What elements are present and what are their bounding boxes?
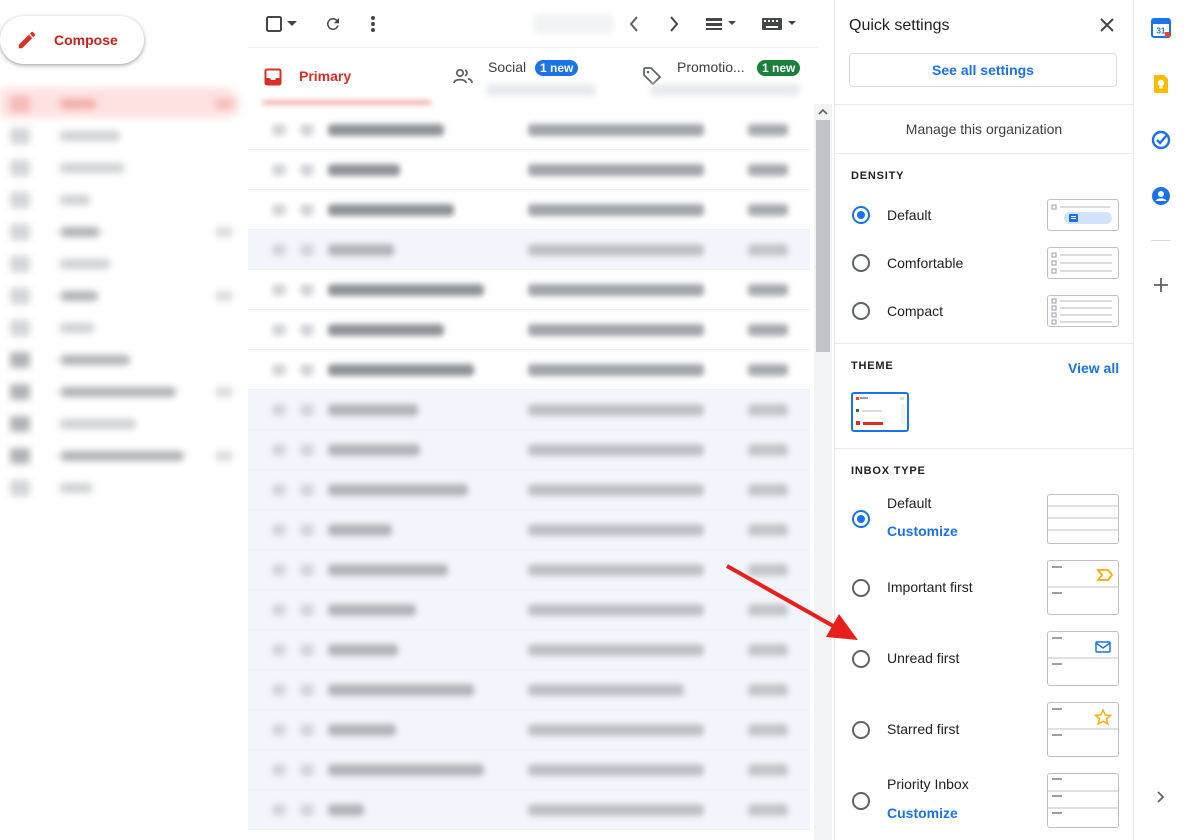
inbox-important-first-preview[interactable] xyxy=(1047,560,1119,615)
divider xyxy=(835,343,1133,344)
social-new-badge: 1 new xyxy=(535,60,579,76)
tab-primary-label: Primary xyxy=(299,68,352,84)
tab-primary[interactable]: Primary xyxy=(248,48,438,102)
inbox-starred-first-preview[interactable] xyxy=(1047,702,1119,757)
category-tabs: Primary Social 1 new Promotio... 1 new xyxy=(248,48,818,102)
people-icon xyxy=(453,68,473,89)
inbox-priority-radio[interactable] xyxy=(852,792,870,810)
refresh-icon[interactable] xyxy=(321,12,345,36)
density-comfortable-radio[interactable] xyxy=(852,254,870,272)
chevron-left-icon[interactable] xyxy=(622,12,646,36)
density-default-radio[interactable] xyxy=(852,206,870,224)
divider xyxy=(835,153,1133,154)
promotions-new-badge: 1 new xyxy=(757,60,801,76)
density-comfortable-preview[interactable] xyxy=(1047,247,1119,279)
inbox-type-section-title: INBOX TYPE xyxy=(851,465,926,477)
inbox-starred-first-radio[interactable] xyxy=(852,721,870,739)
density-section-title: DENSITY xyxy=(851,170,905,182)
inbox-icon xyxy=(264,68,282,91)
more-vert-icon[interactable] xyxy=(361,12,385,36)
list-scrollbar[interactable] xyxy=(814,104,832,840)
tab-promotions[interactable]: Promotio... 1 new xyxy=(628,48,818,102)
divider xyxy=(835,104,1133,105)
inbox-priority-preview[interactable] xyxy=(1047,773,1119,828)
tab-social-label: Social xyxy=(488,59,527,75)
side-apps-rail: 31 xyxy=(1133,0,1184,840)
theme-preview-thumbnail[interactable] xyxy=(851,392,909,432)
inbox-unread-first-preview[interactable] xyxy=(1047,631,1119,686)
left-sidebar: Compose xyxy=(0,0,248,840)
density-compact-preview[interactable] xyxy=(1047,295,1119,327)
density-comfortable-label: Comfortable xyxy=(887,255,964,271)
tasks-icon[interactable] xyxy=(1151,130,1171,150)
compose-button[interactable]: Compose xyxy=(0,16,144,64)
inbox-starred-first-label: Starred first xyxy=(887,721,960,737)
keyboard-icon[interactable] xyxy=(759,12,799,36)
rail-divider xyxy=(1151,240,1171,241)
density-compact-label: Compact xyxy=(887,303,944,319)
message-list-blurred xyxy=(248,110,810,840)
manage-organization-link[interactable]: Manage this organization xyxy=(835,121,1133,137)
see-all-settings-button[interactable]: See all settings xyxy=(849,53,1117,87)
theme-view-all-link[interactable]: View all xyxy=(1068,360,1119,376)
compose-label: Compose xyxy=(54,32,118,48)
inbox-important-first-label: Important first xyxy=(887,579,973,595)
inbox-unread-first-radio[interactable] xyxy=(852,650,870,668)
keep-icon[interactable] xyxy=(1151,74,1171,94)
primary-tab-indicator xyxy=(262,101,432,104)
inbox-priority-customize-link[interactable]: Customize xyxy=(887,805,958,821)
inbox-default-label: Default xyxy=(887,495,932,511)
social-preview xyxy=(486,84,596,96)
message-list-area: Primary Social 1 new Promotio... 1 new xyxy=(248,0,832,840)
inbox-important-first-radio[interactable] xyxy=(852,579,870,597)
gmail-window: Compose Primary Social 1 new Promotio...… xyxy=(0,0,1184,840)
theme-section-title: THEME xyxy=(851,360,894,372)
density-compact-radio[interactable] xyxy=(852,302,870,320)
scroll-thumb[interactable] xyxy=(816,120,830,352)
inbox-priority-label: Priority Inbox xyxy=(887,776,969,792)
list-toolbar xyxy=(248,0,818,48)
quick-settings-title: Quick settings xyxy=(849,17,950,34)
inbox-default-preview[interactable] xyxy=(1047,494,1119,544)
calendar-icon[interactable]: 31 xyxy=(1151,18,1171,38)
tab-social[interactable]: Social 1 new xyxy=(438,48,628,102)
divider xyxy=(835,448,1133,449)
chevron-down-icon[interactable] xyxy=(284,12,300,36)
inbox-default-radio[interactable] xyxy=(852,510,870,528)
inbox-unread-first-label: Unread first xyxy=(887,650,960,666)
pagination-count xyxy=(533,14,613,34)
split-pane-icon[interactable] xyxy=(703,12,739,36)
density-default-label: Default xyxy=(887,207,932,223)
contacts-icon[interactable] xyxy=(1151,186,1171,206)
checkbox-icon[interactable] xyxy=(262,12,286,36)
inbox-default-customize-link[interactable]: Customize xyxy=(887,523,958,539)
scroll-up-icon[interactable] xyxy=(814,104,832,120)
svg-text:31: 31 xyxy=(1157,27,1166,36)
quick-settings-panel: Quick settings See all settings Manage t… xyxy=(834,0,1133,840)
close-icon[interactable] xyxy=(1097,15,1117,35)
expand-icon[interactable] xyxy=(1151,787,1171,807)
chevron-right-icon[interactable] xyxy=(662,12,686,36)
promotions-preview xyxy=(650,84,800,96)
pencil-icon xyxy=(16,29,38,51)
add-icon[interactable] xyxy=(1151,275,1171,295)
density-default-preview[interactable] xyxy=(1047,199,1119,231)
sidebar-nav-blurred xyxy=(0,80,248,520)
tab-promotions-label: Promotio... xyxy=(677,59,745,75)
